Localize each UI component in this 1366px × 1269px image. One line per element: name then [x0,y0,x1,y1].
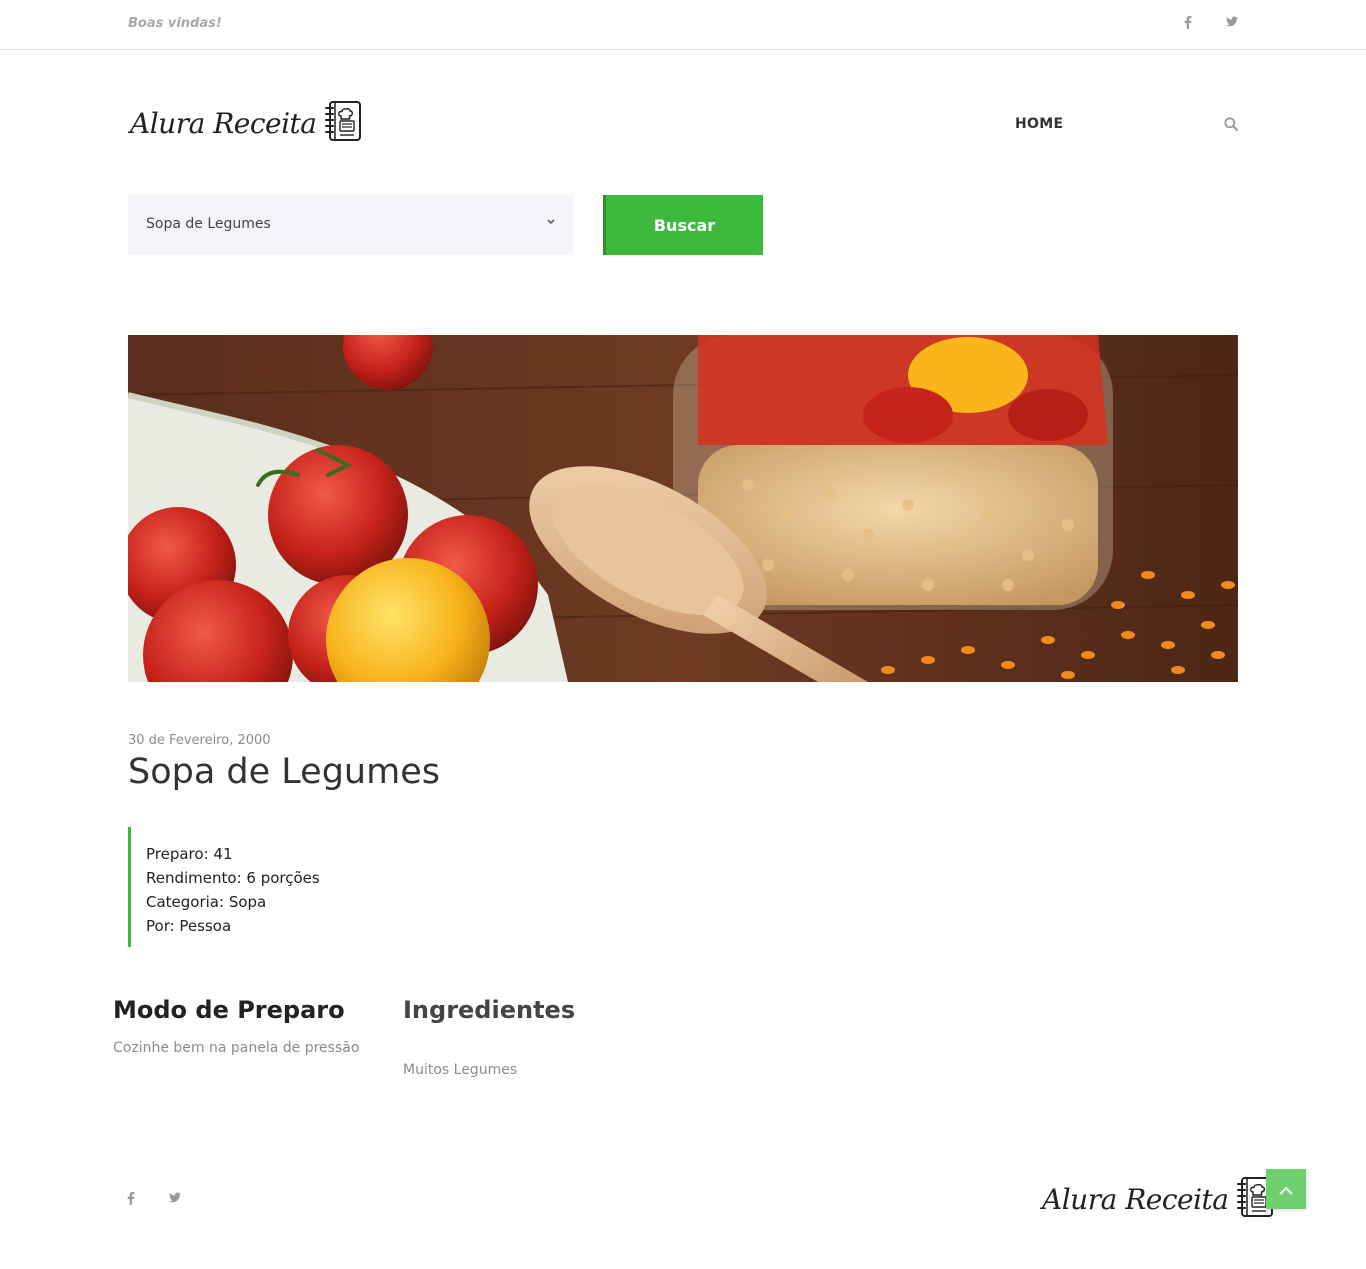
modo-preparo-text: Cozinhe bem na panela de pressão [113,1040,360,1056]
search-icon[interactable] [1224,116,1238,135]
facebook-icon[interactable] [1184,16,1192,32]
twitter-icon[interactable] [1226,16,1238,30]
logo-text: Alura Receita [130,106,317,140]
chevron-down-icon [547,217,555,228]
footer-logo[interactable]: Alura Receita [1042,1176,1275,1222]
modo-preparo-heading: Modo de Preparo [113,996,345,1024]
top-bar: Boas vindas! [0,0,1366,50]
site-logo[interactable]: Alura Receita [130,100,363,146]
meta-por: Por: Pessoa [146,917,232,935]
footer-logo-text: Alura Receita [1042,1182,1229,1216]
recipe-select-value: Sopa de Legumes [146,216,271,232]
recipe-date: 30 de Fevereiro, 2000 [128,733,271,748]
recipe-meta: Preparo: 41 Rendimento: 6 porções Catego… [128,827,320,947]
welcome-text: Boas vindas! [128,16,222,31]
footer-twitter-icon[interactable] [169,1192,181,1206]
ingredientes-text: Muitos Legumes [403,1062,518,1078]
footer-facebook-icon[interactable] [127,1192,135,1208]
meta-categoria: Categoria: Sopa [146,893,267,911]
chevron-up-icon [1279,1180,1293,1199]
meta-preparo: Preparo: 41 [146,845,233,863]
recipe-image [128,335,1238,682]
buscar-button[interactable]: Buscar [603,195,763,255]
nav-home-link[interactable]: HOME [1015,116,1063,132]
recipe-select[interactable]: Sopa de Legumes [128,195,573,255]
back-to-top-button[interactable] [1266,1169,1306,1209]
meta-rendimento: Rendimento: 6 porções [146,869,320,887]
ingredientes-heading: Ingredientes [403,996,576,1024]
recipe-book-icon [324,100,363,146]
recipe-title: Sopa de Legumes [128,752,440,792]
